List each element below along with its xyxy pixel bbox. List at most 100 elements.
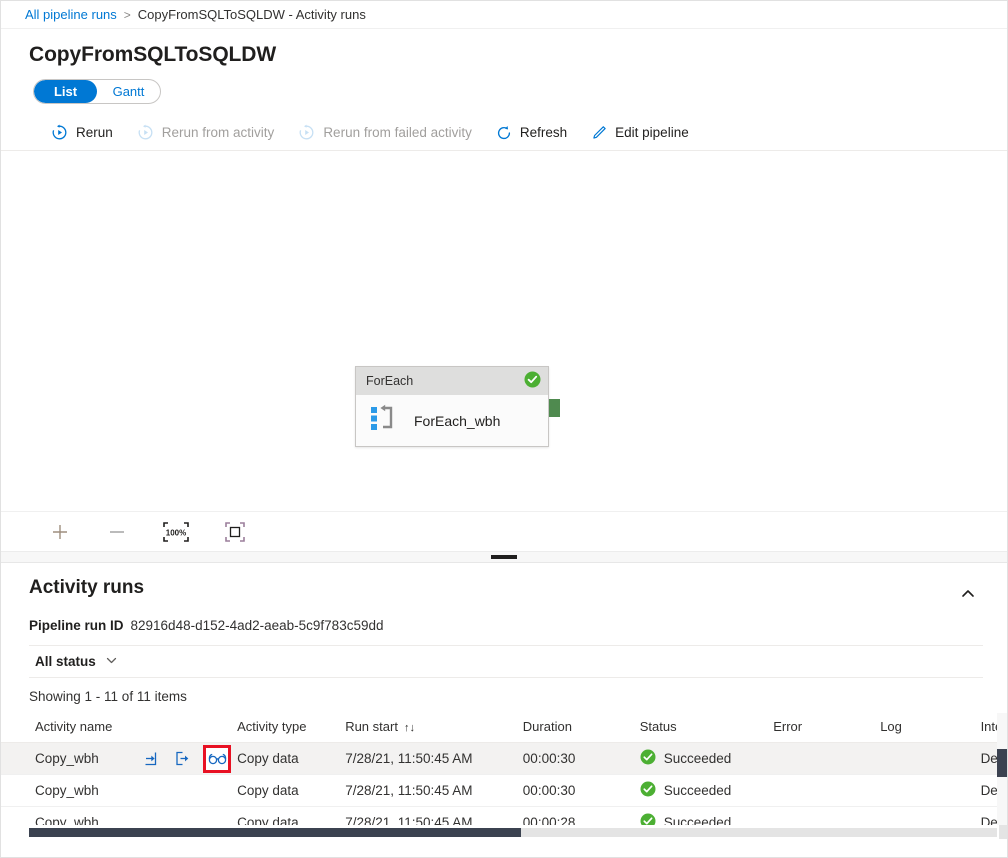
refresh-icon bbox=[496, 125, 512, 141]
cell-activity-type: Copy data bbox=[237, 775, 345, 807]
svg-text:100%: 100% bbox=[166, 528, 186, 537]
breadcrumb-separator-icon: > bbox=[124, 8, 131, 22]
cell-log bbox=[880, 743, 980, 775]
pipeline-run-id-value: 82916d48-d152-4ad2-aeab-5c9f783c59dd bbox=[131, 618, 384, 633]
view-toggle-list[interactable]: List bbox=[34, 80, 97, 103]
rerun-from-failed-activity-button[interactable]: Rerun from failed activity bbox=[286, 118, 484, 148]
cell-error bbox=[773, 743, 880, 775]
pipeline-canvas[interactable]: ForEach bbox=[1, 151, 1007, 511]
rerun-from-activity-button[interactable]: Rerun from activity bbox=[125, 118, 287, 148]
zoom-level-button[interactable]: 100% bbox=[161, 519, 191, 545]
input-icon[interactable] bbox=[139, 748, 161, 770]
rerun-label: Rerun bbox=[76, 125, 113, 140]
details-glasses-icon[interactable] bbox=[203, 745, 231, 773]
check-circle-icon bbox=[524, 371, 541, 391]
page-title: CopyFromSQLToSQLDW bbox=[1, 29, 1007, 67]
activity-runs-table-container: Activity name Activity type Run start↑↓ … bbox=[1, 713, 1007, 839]
fit-to-screen-button[interactable] bbox=[222, 519, 248, 545]
cell-run-start: 7/28/21, 11:50:45 AM bbox=[345, 775, 523, 807]
activity-name-text: Copy_wbh bbox=[35, 783, 139, 798]
table-header-row: Activity name Activity type Run start↑↓ … bbox=[1, 713, 1007, 743]
status-label: Succeeded bbox=[664, 783, 732, 798]
foreach-node-output-port[interactable] bbox=[549, 399, 560, 417]
column-header-duration[interactable]: Duration bbox=[523, 713, 640, 743]
all-status-filter-label: All status bbox=[35, 654, 96, 669]
rerun-from-failed-activity-icon bbox=[298, 124, 315, 141]
rerun-from-activity-label: Rerun from activity bbox=[162, 125, 275, 140]
column-header-status[interactable]: Status bbox=[640, 713, 773, 743]
column-header-activity-type[interactable]: Activity type bbox=[237, 713, 345, 743]
rerun-icon bbox=[51, 124, 68, 141]
column-header-run-start[interactable]: Run start ↑↓ bbox=[345, 713, 523, 743]
cell-log bbox=[880, 775, 980, 807]
foreach-node-header: ForEach bbox=[356, 367, 548, 395]
cell-status: Succeeded bbox=[640, 775, 773, 807]
activity-runs-title: Activity runs bbox=[29, 577, 144, 599]
refresh-label: Refresh bbox=[520, 125, 567, 140]
rerun-from-activity-icon bbox=[137, 124, 154, 141]
cell-error bbox=[773, 775, 880, 807]
column-header-activity-name[interactable]: Activity name bbox=[1, 713, 237, 743]
foreach-activity-node[interactable]: ForEach bbox=[355, 366, 549, 447]
sort-indicator-icon: ↑↓ bbox=[404, 722, 415, 734]
collapse-panel-button[interactable] bbox=[953, 581, 983, 611]
rerun-button[interactable]: Rerun bbox=[39, 118, 125, 148]
status-success-icon bbox=[640, 749, 656, 768]
foreach-node-body: ForEach_wbh bbox=[356, 395, 548, 446]
edit-pipeline-button[interactable]: Edit pipeline bbox=[579, 118, 701, 148]
foreach-node-label: ForEach_wbh bbox=[414, 413, 500, 429]
command-bar: Rerun Rerun from activity Rerun from bbox=[1, 115, 1007, 151]
column-header-error[interactable]: Error bbox=[773, 713, 880, 743]
output-icon[interactable] bbox=[171, 748, 193, 770]
pencil-icon bbox=[591, 125, 607, 141]
column-header-run-start-label: Run start bbox=[345, 719, 398, 734]
cell-duration: 00:00:30 bbox=[523, 743, 640, 775]
activity-runs-header: Activity runs bbox=[1, 563, 1007, 611]
edit-pipeline-label: Edit pipeline bbox=[615, 125, 689, 140]
cell-activity-name: Copy_wbh bbox=[1, 743, 237, 775]
activity-runs-panel: Activity runs Pipeline run ID 82916d48-d… bbox=[1, 563, 1007, 839]
status-success-icon bbox=[640, 781, 656, 800]
view-toggle-gantt[interactable]: Gantt bbox=[97, 80, 160, 103]
rerun-from-failed-activity-label: Rerun from failed activity bbox=[323, 125, 472, 140]
table-horizontal-scrollbar[interactable] bbox=[1, 825, 1007, 839]
status-label: Succeeded bbox=[664, 751, 732, 766]
breadcrumb: All pipeline runs > CopyFromSQLToSQLDW -… bbox=[1, 1, 1007, 29]
table-row[interactable]: Copy_wbh Copy data 7/28/21, 11:50:45 AM … bbox=[1, 775, 1007, 807]
cell-duration: 00:00:30 bbox=[523, 775, 640, 807]
panel-splitter[interactable] bbox=[1, 551, 1007, 563]
row-action-icons bbox=[139, 745, 231, 773]
chevron-down-icon bbox=[105, 654, 118, 670]
all-status-filter[interactable]: All status bbox=[29, 651, 124, 673]
table-vertical-scrollbar[interactable] bbox=[997, 713, 1007, 839]
zoom-in-button[interactable] bbox=[47, 519, 73, 545]
table-vertical-scrollbar-thumb[interactable] bbox=[997, 749, 1007, 777]
view-toggle-container: List Gantt bbox=[1, 67, 1007, 104]
zoom-out-button[interactable] bbox=[104, 519, 130, 545]
foreach-node-type-label: ForEach bbox=[366, 374, 413, 388]
cell-activity-name: Copy_wbh bbox=[1, 775, 237, 807]
splitter-grip-icon bbox=[491, 555, 517, 559]
breadcrumb-current: CopyFromSQLToSQLDW - Activity runs bbox=[138, 7, 366, 22]
table-horizontal-scrollbar-thumb[interactable] bbox=[29, 828, 521, 837]
page-scrollbar-corner bbox=[999, 825, 1007, 839]
status-filter-bar: All status bbox=[29, 645, 983, 678]
activity-name-text: Copy_wbh bbox=[35, 751, 139, 766]
activity-runs-table: Activity name Activity type Run start↑↓ … bbox=[1, 713, 1007, 839]
pipeline-run-id: Pipeline run ID 82916d48-d152-4ad2-aeab-… bbox=[1, 611, 1007, 633]
cell-activity-type: Copy data bbox=[237, 743, 345, 775]
foreach-icon bbox=[370, 404, 398, 437]
column-header-log[interactable]: Log bbox=[880, 713, 980, 743]
pipeline-run-id-label: Pipeline run ID bbox=[29, 618, 124, 633]
view-toggle: List Gantt bbox=[33, 79, 161, 104]
cell-run-start: 7/28/21, 11:50:45 AM bbox=[345, 743, 523, 775]
showing-count: Showing 1 - 11 of 11 items bbox=[1, 678, 1007, 704]
activity-runs-page: All pipeline runs > CopyFromSQLToSQLDW -… bbox=[0, 0, 1008, 858]
table-header: Activity name Activity type Run start↑↓ … bbox=[1, 713, 1007, 743]
table-row[interactable]: Copy_wbh bbox=[1, 743, 1007, 775]
cell-status: Succeeded bbox=[640, 743, 773, 775]
refresh-button[interactable]: Refresh bbox=[484, 118, 579, 148]
chevron-up-icon bbox=[960, 586, 976, 607]
canvas-controls: 100% bbox=[1, 511, 1007, 551]
breadcrumb-all-pipeline-runs[interactable]: All pipeline runs bbox=[25, 7, 117, 22]
